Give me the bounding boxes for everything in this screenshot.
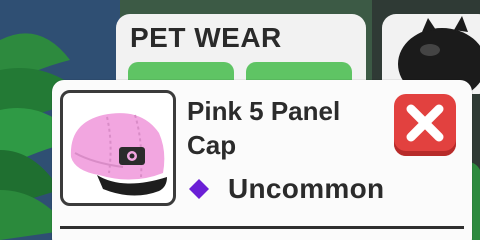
item-thumbnail bbox=[60, 90, 176, 206]
pink-cap-icon bbox=[70, 113, 167, 196]
rarity-diamond-icon bbox=[189, 179, 209, 199]
item-tooltip-card: Pink 5 Panel Cap Uncommon bbox=[52, 80, 472, 240]
divider bbox=[60, 226, 464, 229]
pet-wear-title: PET WEAR bbox=[130, 22, 282, 53]
rarity-row: Uncommon bbox=[188, 172, 384, 206]
rarity-label: Uncommon bbox=[228, 173, 385, 204]
close-button[interactable] bbox=[394, 94, 456, 156]
item-name: Pink 5 Panel Cap bbox=[187, 96, 341, 160]
game-scene: PET WEAR Pink 5 Panel Cap Uncommon bbox=[0, 0, 480, 240]
close-x-icon bbox=[406, 104, 444, 142]
